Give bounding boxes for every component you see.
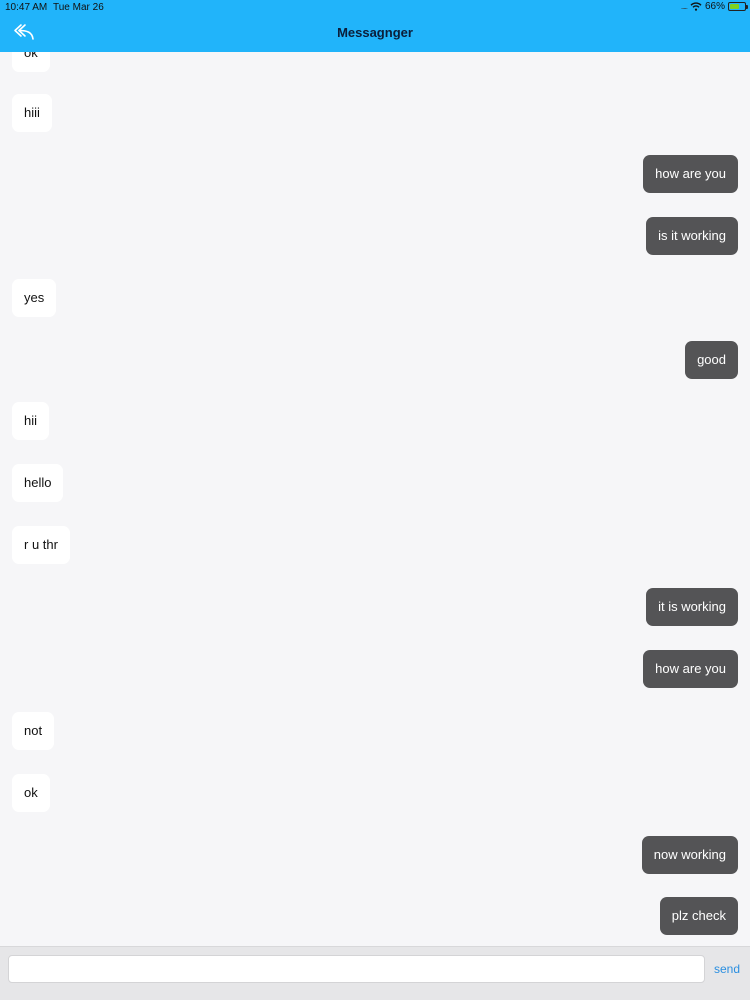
composer-bar: send bbox=[0, 946, 750, 1000]
incoming-message-bubble: ok bbox=[12, 52, 50, 72]
messenger-app: 10:47 AM Tue Mar 26 ..... 66% Messagnger… bbox=[0, 0, 750, 1000]
incoming-message-bubble: yes bbox=[12, 279, 57, 317]
message-input[interactable] bbox=[8, 955, 705, 983]
incoming-message-bubble: ok bbox=[12, 774, 50, 812]
incoming-message-bubble: hiii bbox=[12, 94, 52, 132]
battery-level-fill bbox=[730, 4, 739, 9]
status-bar: 10:47 AM Tue Mar 26 ..... 66% bbox=[0, 0, 750, 14]
incoming-message-bubble: hii bbox=[12, 402, 50, 440]
battery-icon bbox=[728, 2, 748, 11]
incoming-message-bubble: not bbox=[12, 712, 55, 750]
outgoing-message-bubble: it is working bbox=[646, 588, 738, 626]
outgoing-message-bubble: is it working bbox=[646, 217, 738, 255]
wifi-icon bbox=[690, 2, 702, 11]
nav-bar: Messagnger bbox=[0, 14, 750, 52]
outgoing-message-bubble: how are you bbox=[643, 650, 738, 688]
outgoing-message-bubble: now working bbox=[641, 836, 738, 874]
outgoing-message-bubble: how are you bbox=[643, 155, 738, 193]
outgoing-message-bubble: plz check bbox=[659, 897, 738, 935]
page-title: Messagnger bbox=[337, 25, 413, 40]
incoming-message-bubble: hello bbox=[12, 464, 64, 502]
status-time: 10:47 AM bbox=[5, 2, 48, 13]
outgoing-message-bubble: good bbox=[685, 341, 738, 379]
message-list[interactable]: ok hiii how are you is it working yes good hii… bbox=[0, 52, 750, 946]
send-button[interactable]: send bbox=[714, 962, 740, 976]
incoming-message-bubble: r u thr bbox=[12, 526, 70, 564]
signal-icon: ..... bbox=[680, 2, 688, 11]
status-indicators: ..... 66% bbox=[680, 1, 748, 12]
header: 10:47 AM Tue Mar 26 ..... 66% Messagnger bbox=[0, 0, 750, 52]
status-date: Tue Mar 26 bbox=[53, 2, 104, 13]
battery-percent: 66% bbox=[704, 1, 725, 12]
